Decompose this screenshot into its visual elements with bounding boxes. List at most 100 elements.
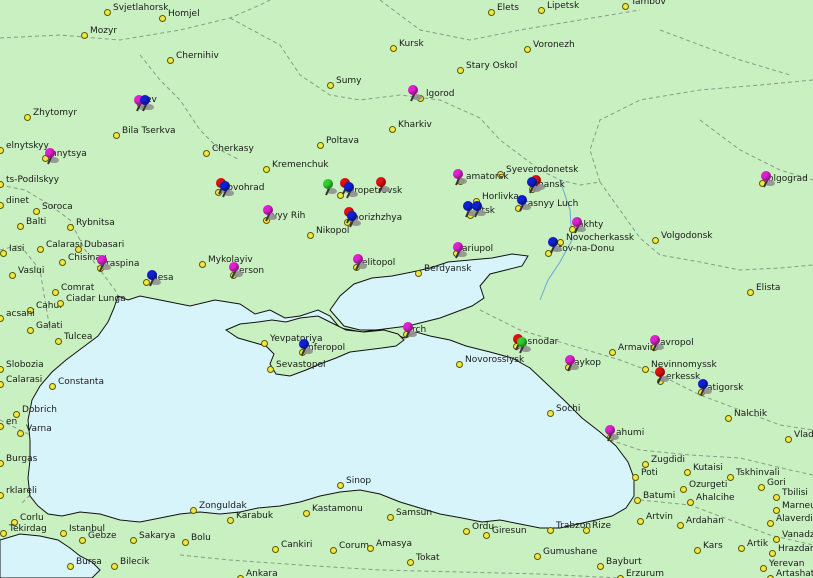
city-dot-icon: [547, 527, 554, 534]
city-label: Novorossiysk: [465, 355, 525, 365]
city-dot-icon: [199, 261, 206, 268]
city-label: Balti: [26, 217, 47, 227]
city-dot-icon: [17, 430, 24, 437]
city-label: Vaslui: [18, 266, 45, 276]
city-dot-icon: [456, 361, 463, 368]
city-dot-icon: [17, 223, 24, 230]
city-dot-icon: [267, 366, 274, 373]
city-label: Sochi: [556, 404, 581, 414]
city-dot-icon: [694, 547, 701, 554]
city-label: Tambov: [631, 0, 666, 7]
city-label: Slobozia: [6, 360, 44, 370]
city-label: Giresun: [492, 526, 527, 536]
city-label: Vladikav: [794, 430, 813, 440]
city-dot-icon: [307, 232, 314, 239]
city-label: Alaverdi: [776, 514, 813, 524]
city-label: Sakarya: [139, 531, 176, 541]
city-dot-icon: [0, 250, 7, 257]
city-label: lgorod: [426, 89, 455, 99]
city-label: Berdyansk: [424, 264, 472, 274]
pin-head-icon: [453, 169, 463, 179]
city-label: Kutaisi: [693, 463, 723, 473]
city-dot-icon: [263, 166, 270, 173]
city-label: Ankara: [246, 569, 278, 578]
city-label: Homjel: [168, 9, 200, 19]
pin-head-icon: [565, 355, 575, 365]
city-label: Comrat: [61, 283, 95, 293]
city-dot-icon: [747, 289, 754, 296]
city-label: Voronezh: [533, 40, 575, 50]
city-label: Kars: [703, 541, 723, 551]
city-label: elitopol: [362, 258, 396, 268]
city-label: Volgodonsk: [661, 231, 713, 241]
city-dot-icon: [182, 539, 189, 546]
city-label: Syeverodonetsk: [506, 165, 579, 175]
city-dot-icon: [227, 517, 234, 524]
city-dot-icon: [609, 349, 616, 356]
map-view[interactable]: Svjetlahorsk Homjel Elets Lipetsk Tambov Mozy…: [0, 0, 813, 578]
city-label: Corum: [339, 541, 369, 551]
city-dot-icon: [415, 270, 422, 277]
city-label: amatorsk: [466, 172, 509, 182]
city-label: Artashat: [776, 569, 813, 578]
city-dot-icon: [642, 461, 649, 468]
city-label: Varna: [26, 424, 52, 434]
city-dot-icon: [367, 545, 374, 552]
pin-head-icon: [263, 205, 273, 215]
city-label: Calarasi: [6, 375, 43, 385]
city-label: avropol: [660, 338, 694, 348]
city-label: Gumushane: [543, 547, 598, 557]
city-dot-icon: [327, 82, 334, 89]
pin-head-icon: [299, 339, 309, 349]
city-label: Bayburt: [606, 557, 642, 567]
city-dot-icon: [49, 383, 56, 390]
pin-head-icon: [347, 211, 357, 221]
city-label: Kharkiv: [398, 120, 432, 130]
pin-head-icon: [761, 171, 771, 181]
city-label: Burgas: [6, 454, 38, 464]
city-label: Tekirdag: [9, 524, 47, 534]
pin-head-icon: [376, 177, 386, 187]
city-label: Poti: [641, 468, 658, 478]
city-label: Ozurgeti: [689, 480, 728, 490]
pin-head-icon: [698, 379, 708, 389]
city-dot-icon: [55, 338, 62, 345]
city-dot-icon: [79, 537, 86, 544]
city-dot-icon: [773, 507, 780, 514]
city-label: erkessk: [666, 372, 701, 382]
city-label: Sumy: [336, 76, 362, 86]
city-dot-icon: [60, 530, 67, 537]
city-label: Dubasari: [84, 240, 125, 250]
pin-head-icon: [572, 217, 582, 227]
city-label: Marneu: [782, 501, 813, 511]
city-label: Horlivka: [482, 192, 519, 202]
city-label: Kremenchuk: [272, 160, 329, 170]
city-dot-icon: [27, 327, 34, 334]
city-dot-icon: [24, 114, 31, 121]
city-label: Tulcea: [64, 332, 93, 342]
city-dot-icon: [33, 208, 40, 215]
pin-head-icon: [527, 177, 537, 187]
city-dot-icon: [57, 300, 64, 307]
pin-head-icon: [147, 270, 157, 280]
city-label: ahumi: [616, 428, 645, 438]
city-label: Sevastopol: [276, 360, 326, 370]
city-dot-icon: [637, 518, 644, 525]
city-label: Bolu: [191, 533, 211, 543]
pin-head-icon: [229, 262, 239, 272]
pin-head-icon: [323, 179, 333, 189]
city-label: Svjetlahorsk: [113, 3, 169, 13]
city-dot-icon: [524, 46, 531, 53]
city-dot-icon: [167, 57, 174, 64]
pin-head-icon: [472, 201, 482, 211]
city-label: Soroca: [42, 202, 73, 212]
city-label: en: [6, 417, 18, 427]
city-label: erson: [239, 266, 265, 276]
pin-head-icon: [344, 182, 354, 192]
pin-head-icon: [408, 85, 418, 95]
city-dot-icon: [583, 527, 590, 534]
city-dot-icon: [634, 497, 641, 504]
city-label: Tokat: [416, 553, 440, 563]
city-dot-icon: [642, 366, 649, 373]
city-label: Elets: [497, 3, 519, 13]
